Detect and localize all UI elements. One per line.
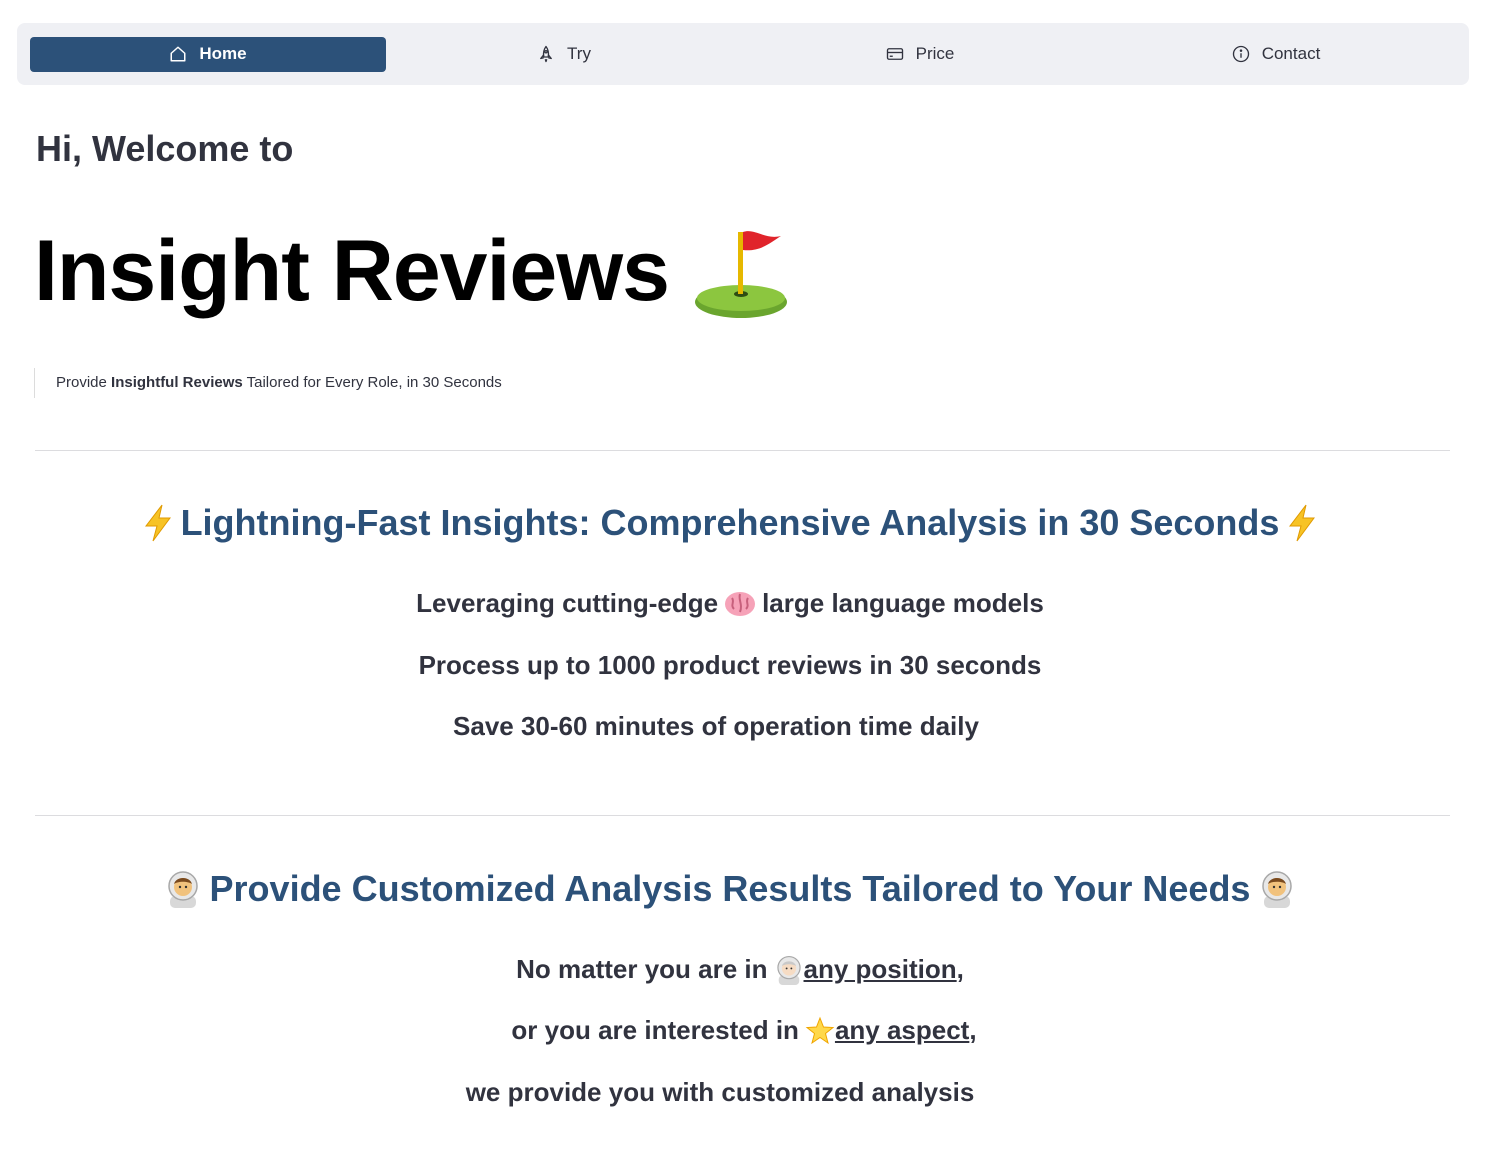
welcome-heading: Hi, Welcome to	[36, 128, 294, 169]
nav-item-home[interactable]: Home	[30, 36, 386, 72]
punctuation: ,	[956, 954, 964, 984]
brain-icon	[724, 590, 756, 618]
page-title-text: Insight Reviews	[34, 223, 670, 319]
glowing-star-icon	[805, 1016, 835, 1044]
nav-item-try[interactable]: Try	[386, 37, 742, 72]
top-navbar: Home Try Price Contact	[17, 23, 1469, 85]
tagline-bold: Insightful Reviews	[111, 374, 243, 391]
rocket-icon	[537, 45, 555, 63]
tagline-prefix: Provide	[56, 374, 112, 391]
section-heading-fast: Lightning-Fast Insights: Comprehensive A…	[0, 502, 1460, 544]
any-position-link-text: any position	[803, 954, 957, 984]
golf-flag-icon	[694, 230, 787, 318]
nav-item-price[interactable]: Price	[742, 37, 1098, 72]
feature-line-speed: Process up to 1000 product reviews in 30…	[418, 650, 1042, 680]
feature-text: Leveraging cutting-edge	[416, 588, 719, 618]
astronaut-icon	[1258, 870, 1296, 908]
section-heading-text: Provide Customized Analysis Results Tail…	[209, 868, 1251, 909]
astronaut-icon	[164, 870, 202, 908]
page-title: Insight Reviews	[34, 222, 791, 321]
nav-item-label: Contact	[1261, 44, 1321, 63]
any-position-link[interactable]: any position	[774, 954, 957, 985]
astronaut-icon	[776, 955, 801, 985]
punctuation: ,	[969, 1015, 977, 1045]
lightning-icon	[143, 504, 173, 542]
tagline-suffix: Tailored for Every Role, in 30 Seconds	[242, 374, 502, 391]
nav-item-label: Price	[915, 44, 955, 63]
feature-line-time: Save 30-60 minutes of operation time dai…	[453, 711, 979, 741]
section-heading-custom: Provide Customized Analysis Results Tail…	[0, 868, 1460, 910]
any-aspect-link[interactable]: any aspect	[805, 1015, 969, 1046]
tagline: Provide Insightful Reviews Tailored for …	[34, 368, 502, 398]
nav-item-label: Home	[199, 44, 247, 63]
credit-card-icon	[886, 45, 904, 63]
lightning-icon	[1287, 504, 1317, 542]
custom-line-analysis: we provide you with customized analysis	[465, 1077, 975, 1107]
divider	[35, 815, 1450, 816]
feature-text: large language models	[762, 588, 1044, 618]
divider	[35, 450, 1450, 451]
custom-text: or you are interested in	[511, 1015, 799, 1045]
custom-line-position: No matter you are in any position ,	[10, 954, 1470, 985]
feature-line-llm: Leveraging cutting-edge large language m…	[0, 588, 1460, 619]
nav-item-label: Try	[567, 44, 591, 63]
any-aspect-link-text: any aspect	[834, 1015, 970, 1045]
custom-line-aspect: or you are interested in any aspect ,	[14, 1015, 1474, 1046]
nav-item-contact[interactable]: Contact	[1098, 37, 1454, 72]
section-heading-text: Lightning-Fast Insights: Comprehensive A…	[180, 502, 1280, 543]
home-icon	[169, 45, 187, 63]
info-icon	[1232, 45, 1250, 63]
custom-text: No matter you are in	[516, 954, 768, 984]
